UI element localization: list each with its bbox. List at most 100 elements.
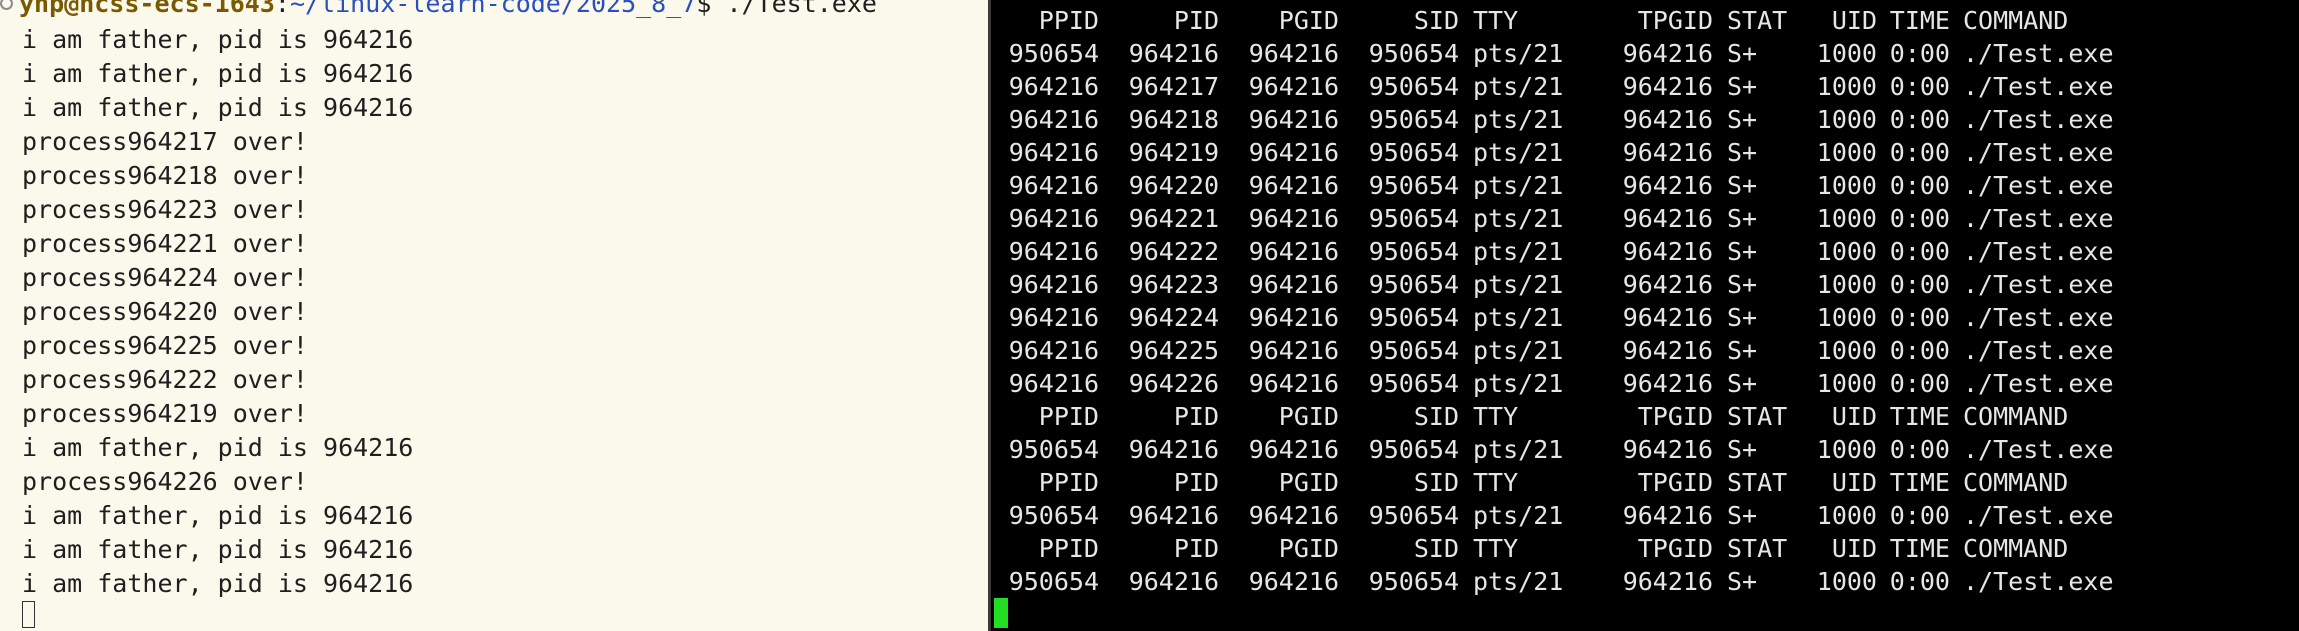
ps-cell-pgid: 964216: [1248, 501, 1339, 530]
ps-cell-cmd: ./Test.exe: [1963, 336, 2114, 365]
prompt-dollar: $: [696, 0, 727, 18]
ps-cell-stat: S+: [1727, 501, 1758, 530]
ps-cell-tpgid: 964216: [1622, 567, 1713, 596]
ps-cell-tpgid: 964216: [1622, 204, 1713, 233]
ps-cell-uid: 1000: [1816, 270, 1877, 299]
ps-cell-pid: PID: [1173, 6, 1219, 35]
ps-cell-stat: S+: [1727, 270, 1758, 299]
ps-cell-sid: 950654: [1368, 138, 1459, 167]
ps-cell-time: 0:00: [1889, 270, 1950, 299]
ps-cell-sid: 950654: [1368, 270, 1459, 299]
ps-cell-time: 0:00: [1889, 171, 1950, 200]
ps-cell-tty: pts/21: [1473, 435, 1564, 464]
ps-cell-uid: 1000: [1816, 237, 1877, 266]
ps-process-row: 950654 964216 964216 950654 pts/21 964216 S+ 10…: [991, 499, 2299, 532]
ps-cell-time: 0:00: [1889, 435, 1950, 464]
ps-cell-sid: 950654: [1368, 204, 1459, 233]
ps-cell-pid: 964223: [1128, 270, 1219, 299]
ps-cell-time: 0:00: [1889, 72, 1950, 101]
ps-cell-pid: 964218: [1128, 105, 1219, 134]
ps-cell-pgid: 964216: [1248, 270, 1339, 299]
ps-cell-stat: STAT: [1727, 468, 1788, 497]
ps-cell-ppid: 964216: [1008, 138, 1099, 167]
ps-cell-stat: S+: [1727, 303, 1758, 332]
ps-cell-pid: 964221: [1128, 204, 1219, 233]
ps-cell-tpgid: 964216: [1622, 105, 1713, 134]
ps-cell-ppid: 964216: [1008, 369, 1099, 398]
ps-cell-pgid: 964216: [1248, 171, 1339, 200]
ps-cell-ppid: PPID: [1038, 468, 1099, 497]
left-terminal[interactable]: ynp@hcss-ecs-1643:~/linux-learn-code/202…: [0, 0, 988, 631]
ps-output: PPID PID PGID SID TTY TPGID STAT UID TIME COMMAND…: [991, 4, 2299, 598]
ps-cell-time: 0:00: [1889, 237, 1950, 266]
ps-header-row: PPID PID PGID SID TTY TPGID STAT UID TIME COMMAND: [991, 532, 2299, 565]
output-line: i am father, pid is 964216: [22, 59, 414, 88]
prompt-user-host: ynp@hcss-ecs-1643: [19, 0, 275, 18]
ps-cell-stat: S+: [1727, 39, 1758, 68]
ps-header-row: PPID PID PGID SID TTY TPGID STAT UID TIME COMMAND: [991, 4, 2299, 37]
ps-cell-uid: 1000: [1816, 39, 1877, 68]
ps-cell-time: TIME: [1889, 6, 1950, 35]
ps-cell-uid: 1000: [1816, 567, 1877, 596]
ps-cell-cmd: ./Test.exe: [1963, 369, 2114, 398]
ps-cell-cmd: COMMAND: [1963, 468, 2069, 497]
ps-cell-sid: SID: [1413, 402, 1459, 431]
ps-process-row: 964216 964220 964216 950654 pts/21 964216 S+ 10…: [991, 169, 2299, 202]
ps-cell-pgid: 964216: [1248, 204, 1339, 233]
ps-cell-uid: UID: [1831, 534, 1877, 563]
ps-cell-tpgid: 964216: [1622, 39, 1713, 68]
ps-cell-pid: 964216: [1128, 567, 1219, 596]
ps-cell-cmd: ./Test.exe: [1963, 567, 2114, 596]
ps-process-row: 964216 964225 964216 950654 pts/21 964216 S+ 10…: [991, 334, 2299, 367]
ps-cell-uid: 1000: [1816, 72, 1877, 101]
ps-cell-time: 0:00: [1889, 105, 1950, 134]
right-terminal-cursor[interactable]: [994, 598, 1008, 628]
right-terminal[interactable]: PPID PID PGID SID TTY TPGID STAT UID TIME COMMAND…: [991, 0, 2299, 631]
ps-cell-tty: pts/21: [1473, 138, 1564, 167]
ps-cell-pid: 964217: [1128, 72, 1219, 101]
ps-cell-sid: 950654: [1368, 501, 1459, 530]
ps-process-row: 964216 964226 964216 950654 pts/21 964216 S+ 10…: [991, 367, 2299, 400]
ps-cell-cmd: ./Test.exe: [1963, 171, 2114, 200]
ps-cell-tpgid: 964216: [1622, 270, 1713, 299]
ps-cell-ppid: 950654: [1008, 435, 1099, 464]
output-line: i am father, pid is 964216: [22, 433, 414, 462]
ps-cell-ppid: 964216: [1008, 336, 1099, 365]
ps-process-row: 964216 964218 964216 950654 pts/21 964216 S+ 10…: [991, 103, 2299, 136]
ps-cell-tty: pts/21: [1473, 171, 1564, 200]
ps-cell-tpgid: 964216: [1622, 303, 1713, 332]
ps-cell-stat: S+: [1727, 567, 1758, 596]
ps-cell-sid: 950654: [1368, 369, 1459, 398]
ps-cell-ppid: 964216: [1008, 171, 1099, 200]
ps-process-row: 950654 964216 964216 950654 pts/21 964216 S+ 10…: [991, 37, 2299, 70]
ps-cell-tty: pts/21: [1473, 72, 1564, 101]
ps-cell-tty: pts/21: [1473, 237, 1564, 266]
ps-cell-tpgid: 964216: [1622, 435, 1713, 464]
ps-cell-ppid: PPID: [1038, 6, 1099, 35]
ps-cell-tpgid: 964216: [1622, 237, 1713, 266]
ps-cell-tpgid: TPGID: [1637, 468, 1713, 497]
ps-cell-tpgid: TPGID: [1637, 402, 1713, 431]
ps-process-row: 950654 964216 964216 950654 pts/21 964216 S+ 10…: [991, 433, 2299, 466]
ps-cell-sid: 950654: [1368, 336, 1459, 365]
output-line: process964218 over!: [22, 161, 308, 190]
ps-cell-stat: S+: [1727, 204, 1758, 233]
ps-cell-tpgid: 964216: [1622, 138, 1713, 167]
output-line: process964220 over!: [22, 297, 308, 326]
ps-cell-pgid: PGID: [1278, 468, 1339, 497]
ps-cell-tpgid: TPGID: [1637, 6, 1713, 35]
left-terminal-cursor[interactable]: [22, 601, 35, 628]
ps-cell-tty: pts/21: [1473, 105, 1564, 134]
ps-process-row: 964216 964224 964216 950654 pts/21 964216 S+ 10…: [991, 301, 2299, 334]
ps-cell-tpgid: 964216: [1622, 501, 1713, 530]
ps-cell-pid: 964226: [1128, 369, 1219, 398]
output-line: process964222 over!: [22, 365, 308, 394]
ps-cell-stat: S+: [1727, 72, 1758, 101]
ps-cell-pgid: 964216: [1248, 138, 1339, 167]
ps-cell-tty: pts/21: [1473, 303, 1564, 332]
ps-cell-sid: SID: [1413, 468, 1459, 497]
ps-cell-stat: S+: [1727, 138, 1758, 167]
ps-cell-sid: 950654: [1368, 171, 1459, 200]
ps-cell-tty: pts/21: [1473, 501, 1564, 530]
ps-cell-stat: S+: [1727, 171, 1758, 200]
